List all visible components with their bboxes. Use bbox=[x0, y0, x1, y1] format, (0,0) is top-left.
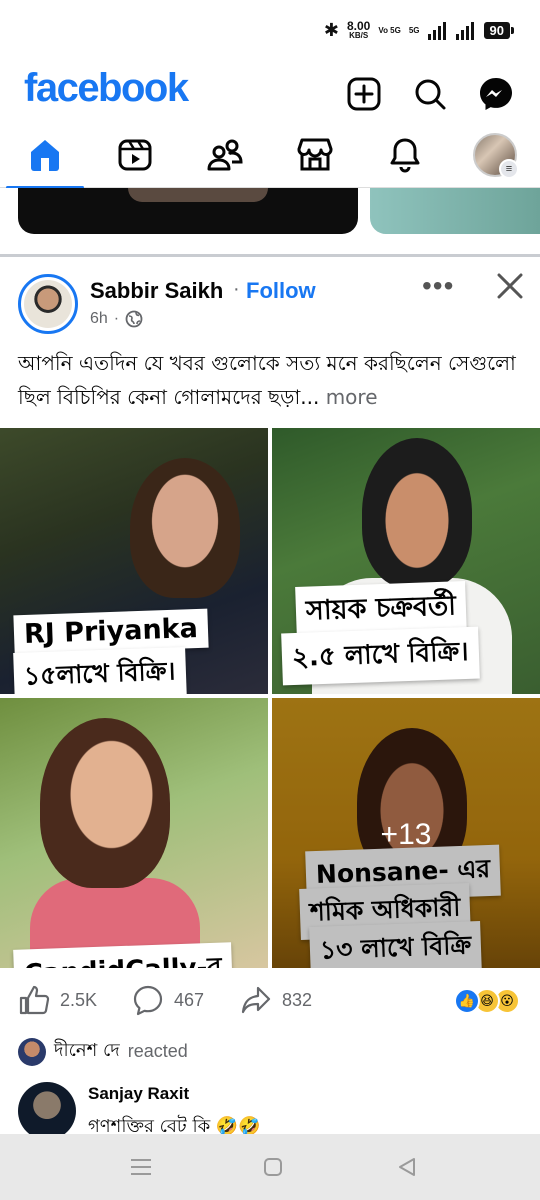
reaction-summary[interactable]: 👍 😆 😮 bbox=[454, 988, 520, 1014]
tab-home[interactable] bbox=[0, 122, 90, 189]
recent-apps-button[interactable] bbox=[126, 1154, 156, 1180]
post-image-grid: RJ Priyanka ১৫লাখে বিক্রি। সায়ক চক্রবর্… bbox=[0, 428, 540, 968]
add-icon bbox=[347, 77, 381, 111]
network-speed: 8.00 KB/S bbox=[346, 18, 371, 40]
reel-card[interactable] bbox=[370, 188, 540, 234]
5g-indicator: 5G bbox=[408, 25, 420, 35]
post-header: Sabbir Saikh · Follow 6h · ••• bbox=[0, 270, 540, 340]
create-post-button[interactable] bbox=[340, 70, 388, 118]
home-button[interactable] bbox=[258, 1154, 288, 1180]
battery-indicator: 90 bbox=[483, 22, 515, 39]
post-time: 6h · bbox=[90, 310, 143, 328]
follow-button[interactable]: Follow bbox=[246, 278, 316, 304]
post-image-more[interactable]: Nonsane- এর শমিক অধিকারী ১৩ লাখে বিক্রি … bbox=[272, 698, 540, 968]
bell-icon bbox=[390, 138, 420, 173]
app-header: facebook bbox=[0, 62, 540, 122]
signal-icon-2 bbox=[455, 21, 474, 40]
comment-icon bbox=[133, 985, 163, 1016]
friends-icon bbox=[207, 139, 243, 171]
post-image[interactable]: সায়ক চক্রবর্তী ২.৫ লাখে বিক্রি। bbox=[272, 428, 540, 694]
messenger-icon bbox=[480, 78, 512, 110]
image-caption: ১৫লাখে বিক্রি। bbox=[13, 647, 187, 694]
globe-icon bbox=[125, 310, 143, 328]
author-avatar[interactable] bbox=[18, 274, 78, 334]
share-button[interactable]: 832 bbox=[240, 984, 312, 1016]
status-bar: ✱ 8.00 KB/S Vo 5G 5G 90 bbox=[0, 0, 540, 62]
image-caption: ২.৫ লাখে বিক্রি। bbox=[281, 626, 480, 686]
hamburger-icon: ≡ bbox=[499, 159, 519, 179]
like-button[interactable]: 2.5K bbox=[18, 984, 97, 1016]
commenter-avatar[interactable] bbox=[18, 1082, 76, 1140]
post-image[interactable]: CandidCally-র bbox=[0, 698, 268, 968]
search-button[interactable] bbox=[406, 70, 454, 118]
reactor-avatar bbox=[18, 1037, 46, 1066]
comment-preview[interactable]: Sanjay Raxit গণশক্তির বেট কি 🤣🤣 bbox=[18, 1082, 538, 1140]
see-more-link[interactable]: more bbox=[326, 385, 378, 409]
reels-strip bbox=[0, 188, 540, 254]
more-images-count: +13 bbox=[380, 818, 432, 851]
tab-video[interactable] bbox=[90, 122, 180, 188]
tab-marketplace[interactable] bbox=[270, 122, 360, 188]
facebook-logo[interactable]: facebook bbox=[24, 66, 189, 111]
main-tab-bar: ≡ bbox=[0, 122, 540, 189]
reel-card[interactable] bbox=[18, 188, 358, 234]
tab-profile-menu[interactable]: ≡ bbox=[450, 122, 540, 188]
reacted-by[interactable]: দীনেশ দে reacted bbox=[18, 1036, 188, 1067]
reactor-name: দীনেশ দে bbox=[54, 1040, 120, 1061]
marketplace-icon bbox=[297, 138, 333, 171]
thumbs-up-icon bbox=[19, 985, 50, 1015]
search-icon bbox=[415, 79, 446, 110]
signal-icon bbox=[427, 21, 446, 40]
post-text: আপনি এতদিন যে খবর গুলোকে সত্য মনে করছিলে… bbox=[18, 351, 516, 409]
author-name[interactable]: Sabbir Saikh bbox=[90, 278, 223, 304]
back-button[interactable] bbox=[392, 1154, 422, 1180]
tab-friends[interactable] bbox=[180, 122, 270, 188]
comment-button[interactable]: 467 bbox=[132, 984, 204, 1016]
volte-indicator: Vo 5G bbox=[378, 25, 401, 35]
commenter-name[interactable]: Sanjay Raxit bbox=[88, 1084, 189, 1104]
video-icon bbox=[118, 139, 152, 171]
like-reaction-icon: 👍 bbox=[454, 988, 480, 1014]
system-nav-bar bbox=[0, 1134, 540, 1200]
home-icon bbox=[31, 140, 59, 171]
post-image[interactable]: RJ Priyanka ১৫লাখে বিক্রি। bbox=[0, 428, 268, 694]
post-actions: 2.5K 467 832 👍 😆 😮 bbox=[0, 978, 540, 1028]
profile-avatar: ≡ bbox=[473, 133, 519, 179]
share-icon bbox=[241, 986, 271, 1014]
messenger-button[interactable] bbox=[472, 70, 520, 118]
post-options-button[interactable]: ••• bbox=[422, 272, 454, 300]
hide-post-button[interactable] bbox=[494, 270, 526, 302]
feed-divider bbox=[0, 254, 540, 257]
bluetooth-icon: ✱ bbox=[323, 20, 339, 40]
separator-dot: · bbox=[233, 278, 240, 300]
tab-notifications[interactable] bbox=[360, 122, 450, 188]
